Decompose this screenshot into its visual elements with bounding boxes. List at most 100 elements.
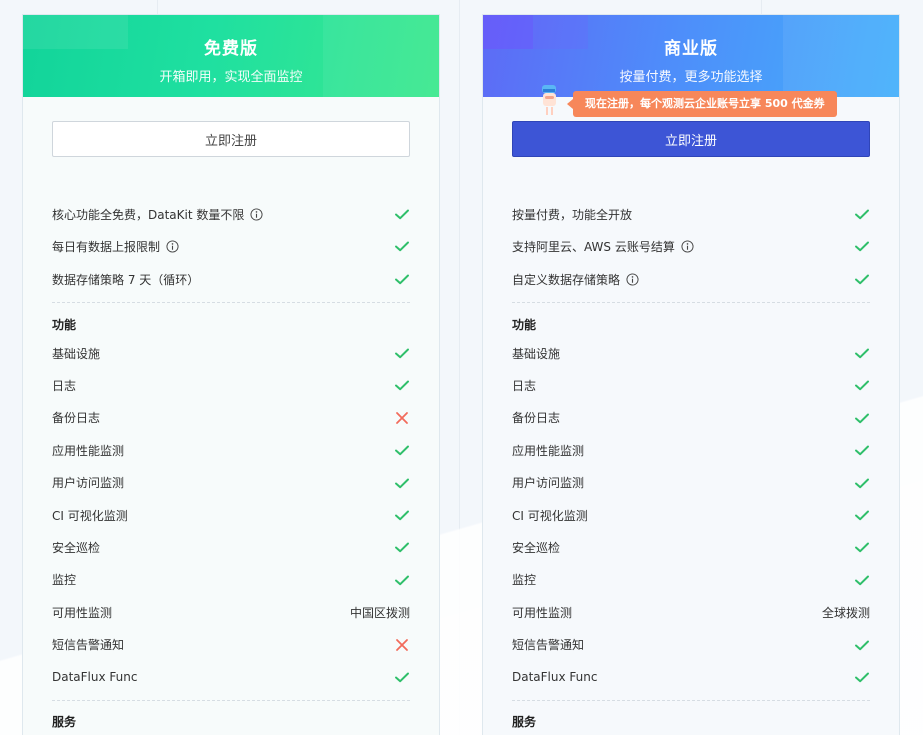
check-icon xyxy=(395,274,409,285)
business-plan-card: 商业版 按量付费，更多功能选择 现在注册，每个观测云企业账号立享 500 代金券… xyxy=(482,14,900,735)
check-icon xyxy=(855,672,869,683)
row-status-text: 全球拨测 xyxy=(821,605,870,620)
check-icon xyxy=(855,380,869,391)
check-icon xyxy=(855,640,869,650)
info-icon[interactable] xyxy=(626,272,639,286)
check-icon xyxy=(395,672,409,683)
check-icon xyxy=(855,348,869,359)
feature-row: 可用性监测 全球拨测 xyxy=(512,602,870,622)
row-label: DataFlux Func xyxy=(52,670,138,684)
highlight-row: 每日有数据上报限制 xyxy=(52,236,410,256)
row-label: 安全巡检 xyxy=(52,540,101,555)
highlight-row: 按量付费，功能全开放 xyxy=(512,204,870,224)
row-label: 用户访问监测 xyxy=(512,476,585,491)
row-label: 监控 xyxy=(512,573,537,588)
check-icon xyxy=(855,445,869,456)
highlight-row: 核心功能全免费，DataKit 数量不限 xyxy=(52,204,410,224)
feature-row: 安全巡检 xyxy=(512,537,870,557)
check-icon xyxy=(855,413,869,423)
check-icon xyxy=(395,348,409,359)
check-icon xyxy=(395,575,409,585)
free-register-button[interactable]: 立即注册 xyxy=(52,121,410,157)
feature-row: 短信告警通知 xyxy=(52,635,410,655)
feature-row: 应用性能监测 xyxy=(52,440,410,460)
highlight-row: 数据存储策略 7 天（循环） xyxy=(52,269,410,289)
row-label: 短信告警通知 xyxy=(52,638,125,653)
row-status-text: 中国区拨测 xyxy=(349,605,410,620)
row-label: 基础设施 xyxy=(512,346,561,361)
check-icon xyxy=(395,542,409,553)
check-icon xyxy=(395,380,409,391)
row-label: DataFlux Func xyxy=(512,670,598,684)
section-divider xyxy=(512,302,870,303)
mascot-icon xyxy=(542,85,556,115)
row-label: 安全巡检 xyxy=(512,540,561,555)
feature-row: 应用性能监测 xyxy=(512,440,870,460)
features-section-title: 功能 xyxy=(512,318,537,332)
check-icon xyxy=(395,445,409,456)
services-section-title: 服务 xyxy=(52,715,77,729)
feature-row: 短信告警通知 xyxy=(512,635,870,655)
feature-row: 用户访问监测 xyxy=(52,473,410,493)
feature-row: 可用性监测 中国区拨测 xyxy=(52,602,410,622)
highlight-row: 支持阿里云、AWS 云账号结算 xyxy=(512,236,870,256)
info-icon[interactable] xyxy=(166,239,179,253)
cross-icon xyxy=(396,638,408,651)
check-icon xyxy=(855,510,869,521)
row-label: 短信告警通知 xyxy=(512,638,585,653)
feature-row: 安全巡检 xyxy=(52,537,410,557)
feature-row: 用户访问监测 xyxy=(512,473,870,493)
row-label: 备份日志 xyxy=(52,411,101,426)
info-icon[interactable] xyxy=(250,207,263,221)
row-label: 支持阿里云、AWS 云账号结算 xyxy=(512,239,675,254)
feature-row: 监控 xyxy=(52,570,410,590)
feature-row: 备份日志 xyxy=(512,408,870,428)
section-divider xyxy=(52,302,410,303)
highlight-row: 自定义数据存储策略 xyxy=(512,269,870,289)
row-label: 备份日志 xyxy=(512,411,561,426)
row-label: 按量付费，功能全开放 xyxy=(512,207,633,222)
check-icon xyxy=(395,478,409,488)
row-label: 应用性能监测 xyxy=(512,443,585,458)
check-icon xyxy=(855,542,869,553)
feature-row: DataFlux Func xyxy=(512,667,870,687)
row-label: 用户访问监测 xyxy=(52,476,125,491)
feature-row: 备份日志 xyxy=(52,408,410,428)
check-icon xyxy=(395,209,409,220)
free-plan-card: 免费版 开箱即用，实现全面监控 立即注册 核心功能全免费，DataKit 数量不… xyxy=(22,14,440,735)
free-plan-title: 免费版 xyxy=(204,39,258,59)
row-label: 监控 xyxy=(52,573,77,588)
feature-row: 日志 xyxy=(52,375,410,395)
check-icon xyxy=(395,510,409,521)
row-label: 基础设施 xyxy=(52,346,101,361)
row-label: 自定义数据存储策略 xyxy=(512,272,621,287)
feature-row: 基础设施 xyxy=(512,343,870,363)
check-icon xyxy=(855,478,869,488)
row-label: 可用性监测 xyxy=(512,605,573,620)
services-section-title: 服务 xyxy=(512,715,537,729)
free-plan-header: 免费版 开箱即用，实现全面监控 xyxy=(23,15,439,97)
feature-row: 日志 xyxy=(512,375,870,395)
row-label: 应用性能监测 xyxy=(52,443,125,458)
cross-icon xyxy=(396,411,408,424)
row-label: 可用性监测 xyxy=(52,605,113,620)
check-icon xyxy=(855,575,869,585)
row-label: 数据存储策略 7 天（循环） xyxy=(52,272,200,287)
business-register-button[interactable]: 立即注册 xyxy=(512,121,870,157)
promo-badge: 现在注册，每个观测云企业账号立享 500 代金券 xyxy=(567,91,837,117)
feature-row: 基础设施 xyxy=(52,343,410,363)
feature-row: DataFlux Func xyxy=(52,667,410,687)
free-plan-subtitle: 开箱即用，实现全面监控 xyxy=(159,70,303,85)
check-icon xyxy=(855,274,869,285)
row-label: 日志 xyxy=(512,378,537,393)
feature-row: CI 可视化监测 xyxy=(52,505,410,525)
feature-row: 监控 xyxy=(512,570,870,590)
section-divider xyxy=(512,700,870,701)
features-section-title: 功能 xyxy=(52,318,77,332)
info-icon[interactable] xyxy=(681,239,694,253)
check-icon xyxy=(395,241,409,252)
row-label: 每日有数据上报限制 xyxy=(52,239,161,254)
check-icon xyxy=(855,209,869,220)
row-label: CI 可视化监测 xyxy=(52,508,128,523)
check-icon xyxy=(855,241,869,252)
